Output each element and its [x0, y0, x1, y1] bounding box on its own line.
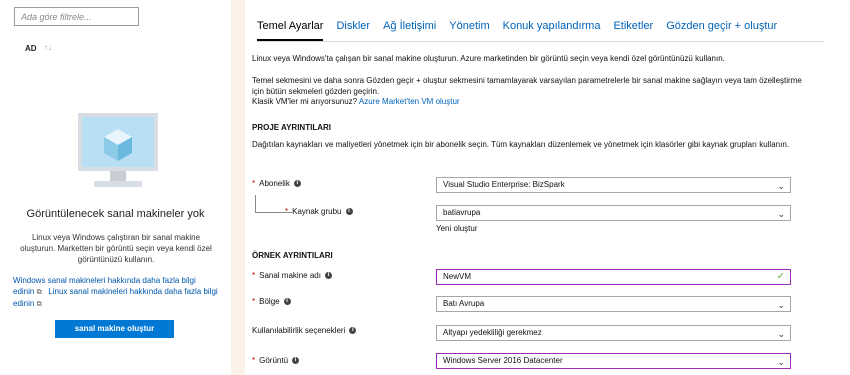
tab-tags[interactable]: Etiketler: [613, 20, 653, 39]
info-icon[interactable]: i: [283, 298, 291, 306]
resource-group-label: * Kaynak grubu i: [285, 207, 353, 216]
virtual-machine-icon: [78, 113, 158, 187]
classic-vm-question: Klasik VM'ler mi arıyorsunuz?: [252, 97, 358, 106]
intro-paragraph-3: Klasik VM'ler mi arıyorsunuz? Azure Mark…: [252, 97, 812, 108]
tab-guest-config[interactable]: Konuk yapılandırma: [503, 20, 601, 39]
required-marker: *: [252, 271, 256, 280]
tab-management[interactable]: Yönetim: [449, 20, 489, 39]
create-vm-button[interactable]: sanal makine oluştur: [55, 320, 174, 338]
tab-disks[interactable]: Diskler: [336, 20, 370, 39]
filter-input[interactable]: [14, 7, 139, 26]
vm-name-input[interactable]: NewVM ✓: [436, 269, 791, 285]
project-details-description: Dağıtılan kaynakları ve maliyetleri yöne…: [252, 140, 789, 149]
tab-bar: Temel Ayarlar Diskler Ağ İletişimi Yönet…: [257, 20, 790, 41]
tab-review-create[interactable]: Gözden geçir + oluştur: [666, 20, 777, 39]
availability-label: Kullanılabilirlik seçenekleri i: [252, 326, 357, 335]
panel-divider: [231, 0, 245, 375]
required-marker: *: [252, 297, 256, 306]
image-select[interactable]: Windows Server 2016 Datacenter ⌄: [436, 353, 791, 369]
chevron-down-icon: ⌄: [777, 357, 785, 367]
create-new-resource-group-link[interactable]: Yeni oluştur: [436, 224, 478, 233]
chevron-down-icon: ⌄: [777, 209, 785, 219]
info-icon[interactable]: i: [324, 272, 332, 280]
marketplace-vm-link[interactable]: Azure Market'ten VM oluştur: [359, 97, 460, 106]
project-details-heading: PROJE AYRINTILARI: [252, 123, 331, 132]
learn-more-links: Windows sanal makineleri hakkında daha f…: [13, 275, 218, 310]
info-icon[interactable]: i: [349, 327, 357, 335]
instance-details-heading: ÖRNEK AYRINTILARI: [252, 251, 333, 260]
resource-group-select[interactable]: batiavrupa ⌄: [436, 205, 791, 221]
tab-networking[interactable]: Ağ İletişimi: [383, 20, 436, 39]
chevron-down-icon: ⌄: [777, 329, 785, 339]
column-header-name[interactable]: AD: [25, 44, 37, 53]
create-vm-form: Temel Ayarlar Diskler Ağ İletişimi Yönet…: [245, 0, 850, 375]
info-icon[interactable]: i: [345, 208, 353, 216]
linux-learn-more-link[interactable]: Linux sanal makineleri hakkında daha faz…: [13, 287, 218, 308]
intro-paragraph-2: Temel sekmesini ve daha sonra Gözden geç…: [252, 76, 802, 96]
required-marker: *: [285, 207, 289, 216]
availability-select[interactable]: Altyapı yedekliliği gerekmez ⌄: [436, 325, 791, 341]
tab-underline: [257, 41, 824, 42]
check-icon: ✓: [776, 271, 785, 282]
info-icon[interactable]: i: [292, 357, 300, 365]
intro-paragraph-1: Linux veya Windows'ta çalışan bir sanal …: [252, 54, 725, 63]
required-marker: *: [252, 179, 256, 188]
empty-state-description: Linux veya Windows çalıştıran bir sanal …: [20, 233, 212, 264]
external-link-icon: ⧉: [36, 301, 42, 308]
vm-list-panel: AD ↑↓ Görüntülenecek sanal makineler yok…: [0, 0, 231, 375]
subscription-label: * Abonelik i: [252, 179, 301, 188]
subscription-select[interactable]: Visual Studio Enterprise: BizSpark ⌄: [436, 177, 791, 193]
image-label: * Görüntü i: [252, 356, 300, 365]
empty-state-title: Görüntülenecek sanal makineler yok: [26, 208, 205, 220]
chevron-down-icon: ⌄: [777, 181, 785, 191]
region-select[interactable]: Batı Avrupa ⌄: [436, 296, 791, 312]
chevron-down-icon: ⌄: [777, 300, 785, 310]
region-label: * Bölge i: [252, 297, 291, 306]
info-icon[interactable]: i: [293, 180, 301, 188]
required-marker: *: [252, 356, 256, 365]
external-link-icon: ⧉: [36, 289, 42, 296]
vm-name-label: * Sanal makine adı i: [252, 271, 332, 280]
tab-basics[interactable]: Temel Ayarlar: [257, 20, 324, 41]
sort-icon[interactable]: ↑↓: [44, 43, 52, 52]
